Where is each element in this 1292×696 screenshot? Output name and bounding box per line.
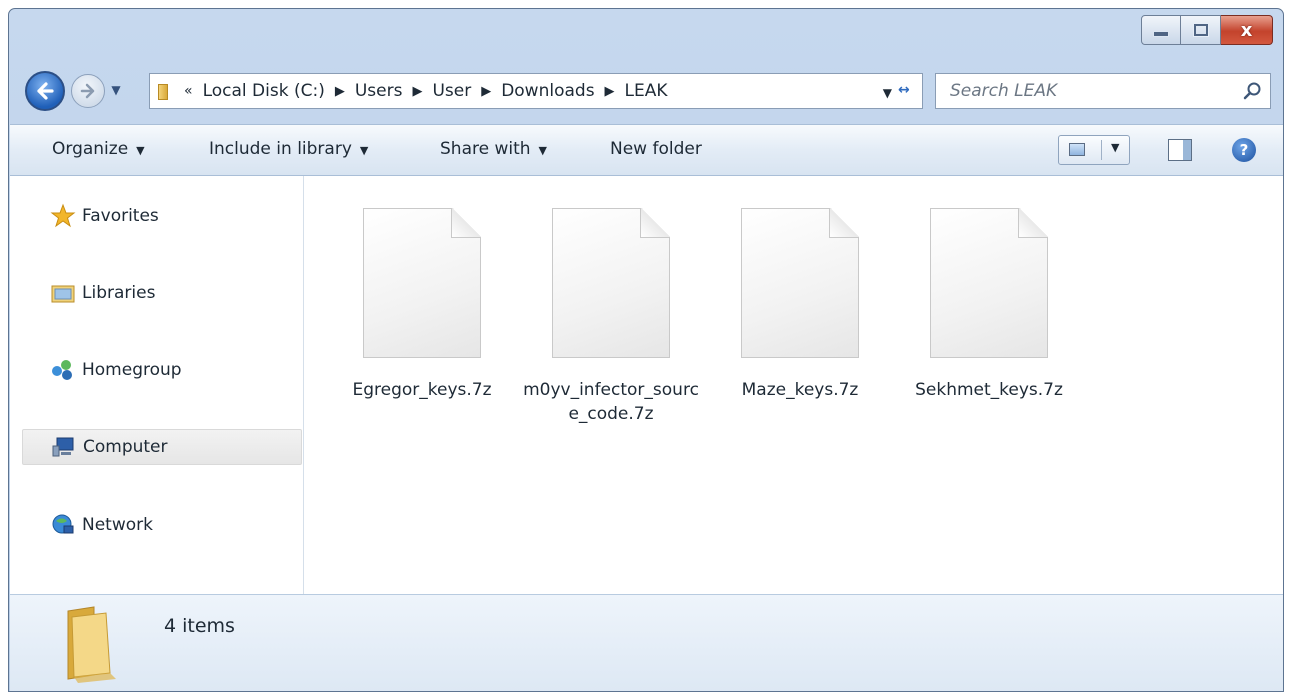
libraries-icon	[50, 280, 76, 306]
computer-icon	[51, 434, 77, 460]
forward-button[interactable]	[71, 74, 105, 108]
command-bar: Organize ▼ Include in library ▼ Share with…	[10, 124, 1283, 176]
folder-icon	[156, 82, 174, 100]
file-icon	[930, 208, 1048, 358]
back-button[interactable]	[25, 71, 65, 111]
sidebar-item-label: Computer	[83, 437, 168, 457]
minimize-icon	[1153, 31, 1169, 37]
navigation-bar: ▼ « Local Disk (C:) ▶ Users ▶ User ▶ Dow…	[9, 67, 1283, 115]
divider	[1101, 140, 1102, 160]
help-icon: ?	[1239, 141, 1249, 159]
file-list: Egregor_keys.7z m0yv_infector_source_cod…	[305, 176, 1283, 594]
share-with-label: Share with	[440, 139, 531, 159]
file-name: Maze_keys.7z	[741, 380, 859, 400]
file-item[interactable]: Maze_keys.7z	[707, 208, 893, 402]
close-icon: x	[1240, 19, 1253, 41]
breadcrumb-overflow[interactable]: «	[184, 83, 193, 99]
file-icon	[552, 208, 670, 358]
breadcrumb-leak[interactable]: LEAK	[625, 81, 668, 101]
preview-pane-icon	[1183, 140, 1191, 160]
new-folder-button[interactable]: New folder	[610, 139, 702, 159]
star-icon	[50, 203, 76, 229]
search-icon[interactable]	[1242, 81, 1262, 101]
sidebar-item-network[interactable]: Network	[22, 507, 302, 543]
maximize-button[interactable]	[1181, 15, 1221, 45]
sidebar-item-label: Libraries	[82, 283, 156, 303]
sidebar-item-computer[interactable]: Computer	[22, 429, 302, 465]
file-name: Egregor_keys.7z	[352, 380, 492, 400]
chevron-down-icon: ▼	[359, 144, 369, 157]
sidebar-item-homegroup[interactable]: Homegroup	[22, 352, 302, 388]
view-icon	[1069, 143, 1085, 156]
sidebar-item-favorites[interactable]: Favorites	[22, 198, 302, 234]
file-name: Sekhmet_keys.7z	[915, 380, 1063, 400]
address-bar[interactable]: « Local Disk (C:) ▶ Users ▶ User ▶ Downl…	[149, 73, 923, 109]
file-item[interactable]: Egregor_keys.7z	[329, 208, 515, 402]
file-item[interactable]: m0yv_infector_source_code.7z	[518, 208, 704, 426]
breadcrumb-users[interactable]: Users	[355, 81, 403, 101]
organize-menu[interactable]: Organize ▼	[52, 139, 145, 159]
back-arrow-icon	[37, 82, 54, 100]
sidebar-item-label: Network	[82, 515, 153, 535]
breadcrumb-separator-icon[interactable]: ▶	[605, 84, 615, 99]
help-button[interactable]: ?	[1232, 138, 1256, 162]
breadcrumb-separator-icon[interactable]: ▶	[335, 84, 345, 99]
file-icon	[363, 208, 481, 358]
chevron-down-icon: ▼	[136, 144, 145, 157]
chevron-down-icon: ▼	[111, 83, 121, 97]
details-pane: 4 items	[10, 594, 1283, 691]
maximize-icon	[1193, 24, 1208, 36]
folder-icon	[67, 606, 116, 683]
network-icon	[50, 512, 76, 538]
breadcrumb-downloads[interactable]: Downloads	[501, 81, 594, 101]
organize-label: Organize	[52, 139, 129, 159]
refresh-icon[interactable]: ↔	[898, 82, 918, 102]
breadcrumb-separator-icon[interactable]: ▶	[481, 84, 491, 99]
window-controls: x	[1141, 15, 1273, 45]
file-item[interactable]: Sekhmet_keys.7z	[896, 208, 1082, 402]
change-view-button[interactable]: ▼	[1058, 135, 1130, 165]
minimize-button[interactable]	[1141, 15, 1181, 45]
preview-pane-button[interactable]	[1168, 139, 1192, 161]
explorer-window: x ▼ « Local Disk (C:) ▶ Users ▶ User ▶ D…	[8, 8, 1284, 692]
new-folder-label: New folder	[610, 139, 702, 159]
sidebar-item-libraries[interactable]: Libraries	[22, 275, 302, 311]
search-input[interactable]	[948, 80, 1232, 102]
sidebar-item-label: Favorites	[82, 206, 159, 226]
include-in-library-label: Include in library	[209, 139, 352, 159]
recent-pages-dropdown[interactable]: ▼	[107, 77, 125, 103]
sidebar-item-label: Homegroup	[82, 360, 182, 380]
include-in-library-menu[interactable]: Include in library ▼	[209, 139, 368, 159]
navigation-pane: Favorites Libraries Homegroup Computer N…	[10, 176, 304, 594]
file-name: m0yv_infector_source_code.7z	[523, 380, 699, 424]
close-button[interactable]: x	[1221, 15, 1273, 45]
search-box[interactable]	[935, 73, 1271, 109]
item-count: 4 items	[164, 615, 235, 637]
share-with-menu[interactable]: Share with ▼	[440, 139, 547, 159]
chevron-down-icon[interactable]: ▼	[1111, 141, 1119, 154]
forward-arrow-icon	[80, 83, 95, 99]
content-area: Favorites Libraries Homegroup Computer N…	[10, 176, 1283, 594]
chevron-down-icon: ▼	[538, 144, 547, 157]
breadcrumb-user[interactable]: User	[432, 81, 471, 101]
homegroup-icon	[50, 357, 76, 383]
breadcrumb-local-disk[interactable]: Local Disk (C:)	[203, 81, 325, 101]
breadcrumb-separator-icon[interactable]: ▶	[412, 84, 422, 99]
file-icon	[741, 208, 859, 358]
address-history-dropdown-icon[interactable]: ▼	[883, 86, 892, 100]
